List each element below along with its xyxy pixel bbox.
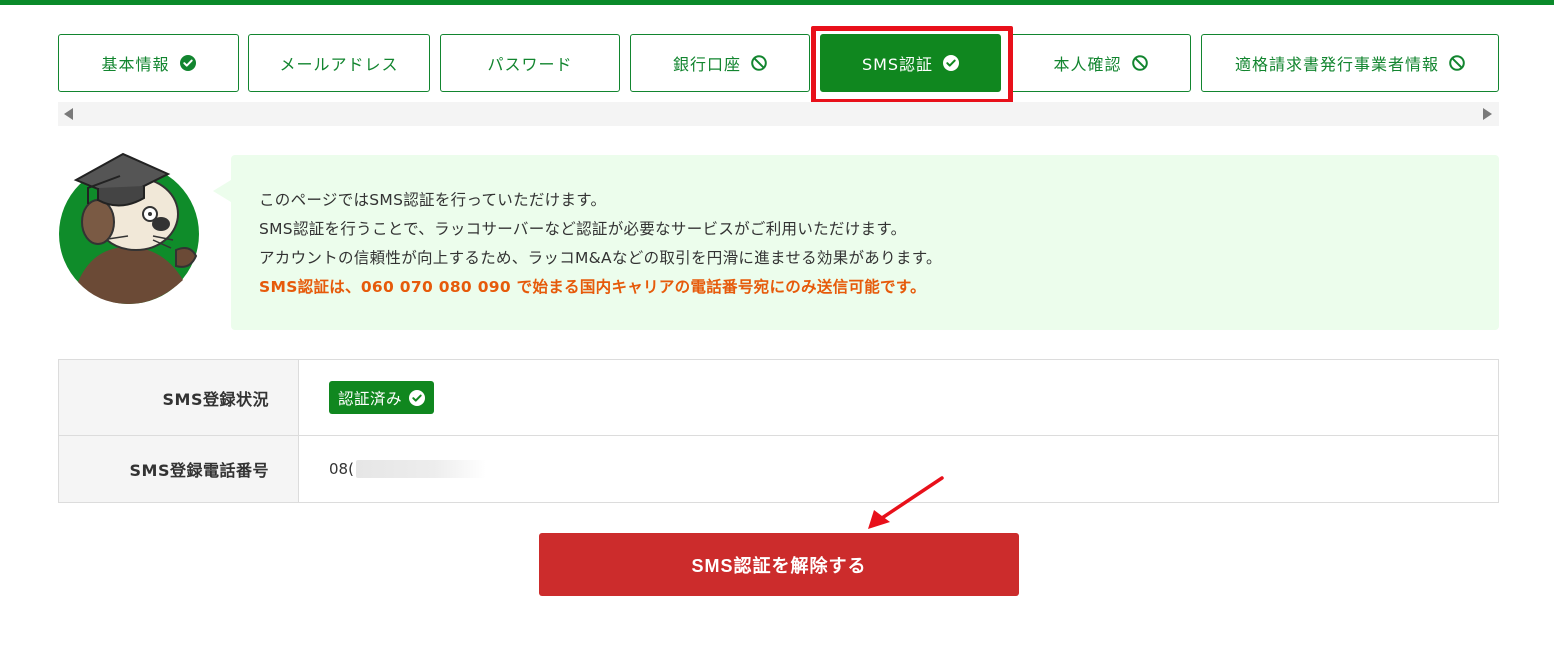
bubble-tail xyxy=(213,180,231,202)
tab-label: SMS認証 xyxy=(861,55,934,74)
redacted-blur xyxy=(355,460,486,478)
tab-sms-auth[interactable]: SMS認証 xyxy=(820,34,1001,92)
mascot-avatar xyxy=(58,152,204,304)
tabs-scrollbar[interactable] xyxy=(58,102,1499,126)
tab-label: パスワード xyxy=(487,55,573,74)
phone-number: 08( xyxy=(329,460,354,478)
tab-label: 本人確認 xyxy=(1053,55,1122,74)
ban-icon xyxy=(1449,55,1465,71)
check-circle-icon xyxy=(943,55,960,71)
tab-label: 適格請求書発行事業者情報 xyxy=(1234,55,1439,74)
table-row: SMS登録電話番号 08( xyxy=(59,436,1498,502)
table-row: SMS登録状況 認証済み xyxy=(59,360,1498,436)
check-circle-icon xyxy=(179,55,196,71)
tab-invoice-issuer-info[interactable]: 適格請求書発行事業者情報 xyxy=(1201,34,1499,92)
top-accent-bar xyxy=(0,0,1554,5)
info-warning: SMS認証は、060 070 080 090 で始まる国内キャリアの電話番号宛に… xyxy=(259,278,926,296)
info-line: アカウントの信頼性が向上するため、ラッコM&Aなどの取引を円滑に進ませる効果があ… xyxy=(259,249,942,267)
row-header: SMS登録電話番号 xyxy=(59,436,299,502)
row-value: 認証済み xyxy=(300,360,1498,435)
tab-label: 銀行口座 xyxy=(672,55,741,74)
check-circle-icon xyxy=(409,389,426,406)
tab-bank-account[interactable]: 銀行口座 xyxy=(630,34,810,92)
tab-password[interactable]: パスワード xyxy=(440,34,620,92)
info-line: SMS認証を行うことで、ラッコサーバーなど認証が必要なサービスがご利用いただけま… xyxy=(259,220,907,238)
info-text: このページではSMS認証を行っていただけます。 SMS認証を行うことで、ラッコサ… xyxy=(259,186,1459,302)
ban-icon xyxy=(751,55,767,71)
info-line: このページではSMS認証を行っていただけます。 xyxy=(259,191,607,209)
status-badge: 認証済み xyxy=(329,381,435,414)
tab-email[interactable]: メールアドレス xyxy=(248,34,430,92)
row-header: SMS登録状況 xyxy=(59,360,299,435)
ban-icon xyxy=(1131,55,1148,71)
tab-identity-verification[interactable]: 本人確認 xyxy=(1010,34,1191,92)
unlink-sms-button[interactable]: SMS認証を解除する xyxy=(539,533,1019,596)
sms-status-table: SMS登録状況 認証済み SMS登録電話番号 08( xyxy=(58,359,1499,503)
annotation-arrow-icon xyxy=(868,476,944,529)
scroll-right-arrow-icon[interactable] xyxy=(1483,108,1492,120)
tab-label: メールアドレス xyxy=(279,55,399,74)
tab-basic-info[interactable]: 基本情報 xyxy=(58,34,239,92)
scroll-left-arrow-icon[interactable] xyxy=(64,108,73,120)
tab-label: 基本情報 xyxy=(101,55,170,74)
status-badge-label: 認証済み xyxy=(338,389,403,408)
